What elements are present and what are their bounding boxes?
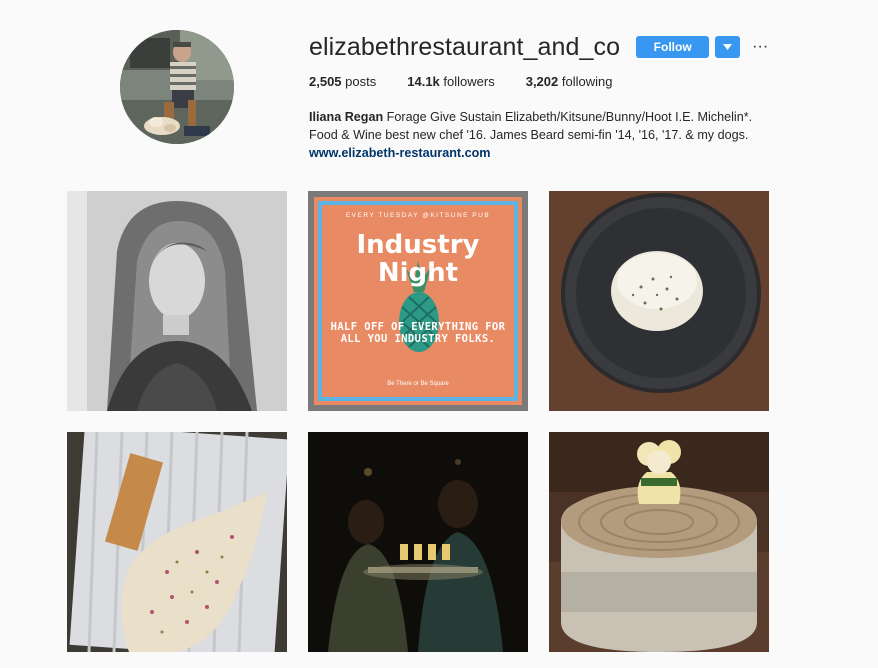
profile-page: elizabethrestaurant_and_co Follow ··· 2,… (0, 0, 878, 668)
poster-footer: Be There or Be Square (387, 381, 449, 387)
post-image-flatbread (67, 432, 287, 652)
post-image-wood-dumpling (549, 432, 769, 652)
posts-count: 2,505 (309, 74, 342, 89)
following-label: following (561, 74, 613, 89)
follow-button[interactable]: Follow (636, 36, 710, 58)
followers-stat[interactable]: 14.1k followers (407, 74, 494, 92)
post-image-dessert-plate (549, 191, 769, 411)
posts-label: posts (345, 74, 377, 89)
poster-title: Industry Night (314, 231, 522, 287)
profile-info: elizabethrestaurant_and_co Follow ··· 2,… (309, 30, 829, 162)
followers-count: 14.1k (407, 74, 440, 89)
post-tile[interactable]: EVERY TUESDAY @KITSUNE PUB Industry Nigh… (308, 191, 528, 411)
poster-subtitle: HALF OFF OF EVERYTHING FOR ALL YOU INDUS… (330, 321, 506, 345)
follow-options-button[interactable] (715, 36, 741, 58)
poster-title-line-1: Industry (356, 230, 480, 260)
post-image-portrait (67, 191, 287, 411)
post-tile[interactable] (67, 432, 287, 652)
post-tile[interactable] (549, 191, 769, 411)
avatar-photo (120, 30, 234, 144)
post-tile[interactable] (549, 432, 769, 652)
post-tile[interactable] (67, 191, 287, 411)
poster-top-line: EVERY TUESDAY @KITSUNE PUB (345, 212, 491, 219)
posts-stat[interactable]: 2,505 posts (309, 74, 376, 92)
profile-username: elizabethrestaurant_and_co (309, 33, 621, 61)
pineapple-illustration (399, 261, 439, 352)
following-stat[interactable]: 3,202 following (526, 74, 613, 92)
poster-title-line-2: Night (377, 258, 459, 288)
profile-avatar[interactable] (120, 30, 234, 144)
industry-night-poster: EVERY TUESDAY @KITSUNE PUB Industry Nigh… (314, 197, 522, 405)
more-options-icon[interactable]: ··· (748, 36, 772, 58)
profile-bio: Iliana Regan Forage Give Sustain Elizabe… (309, 108, 769, 162)
profile-stats: 2,505 posts 14.1k followers 3,202 follow… (309, 74, 829, 92)
following-count: 3,202 (525, 74, 559, 89)
bio-website-link[interactable]: www.elizabeth-restaurant.com (309, 144, 769, 162)
post-tile[interactable] (308, 432, 528, 652)
post-image-drinks (308, 432, 528, 652)
bio-full-name: Iliana Regan (309, 110, 384, 124)
followers-label: followers (443, 74, 495, 89)
chevron-down-icon (723, 44, 733, 50)
profile-title-row: elizabethrestaurant_and_co Follow ··· (309, 30, 829, 64)
